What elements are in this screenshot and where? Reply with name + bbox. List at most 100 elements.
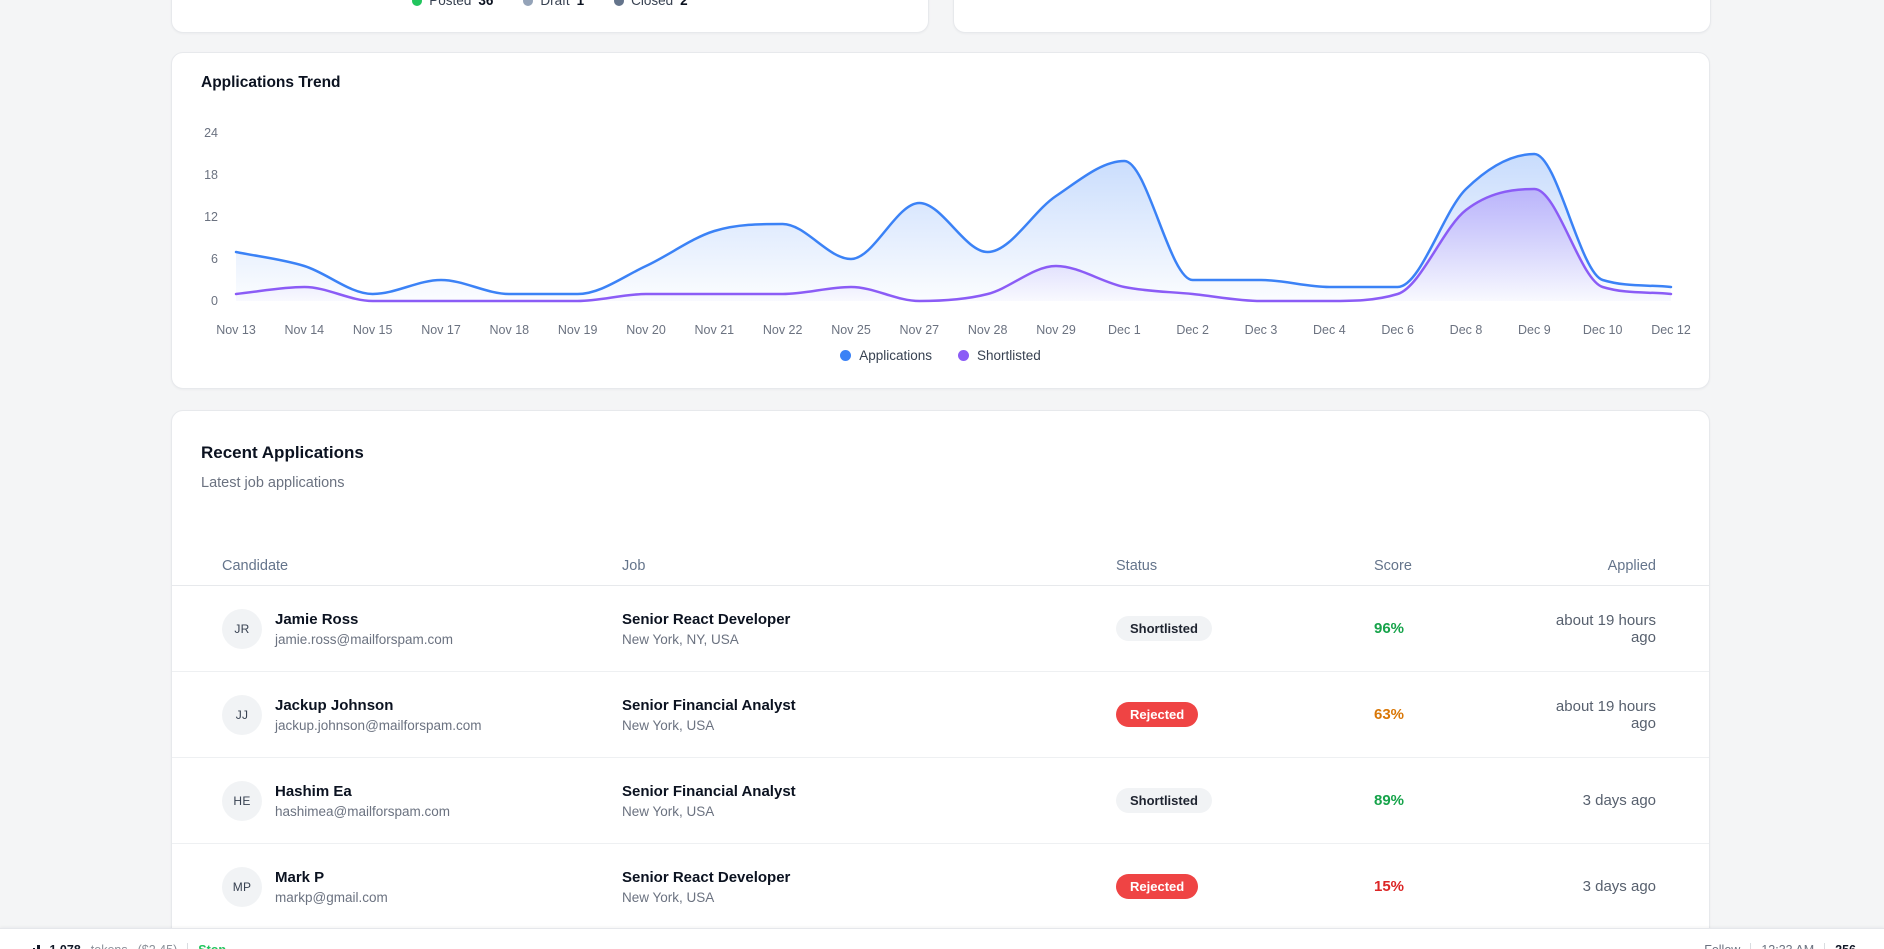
shortlisted-legend-label: Shortlisted xyxy=(977,348,1041,363)
token-label: tokens xyxy=(91,943,128,949)
stop-action[interactable]: Stop xyxy=(198,943,226,949)
chart-legend: Applications Shortlisted xyxy=(172,348,1709,363)
svg-text:Nov 29: Nov 29 xyxy=(1036,323,1076,337)
status-badge: Rejected xyxy=(1116,874,1198,899)
svg-text:Nov 18: Nov 18 xyxy=(490,323,530,337)
applications-dot-icon xyxy=(840,350,851,361)
status-badge: Shortlisted xyxy=(1116,616,1212,641)
candidate-email: hashimea@mailforspam.com xyxy=(275,804,450,819)
legend-item-shortlisted[interactable]: Shortlisted xyxy=(958,348,1041,363)
avatar: JR xyxy=(222,609,262,649)
legend-item-draft: Draft 1 xyxy=(523,0,584,8)
avatar: HE xyxy=(222,781,262,821)
statusbar-item[interactable]: Follow xyxy=(1704,943,1740,949)
svg-text:Dec 12: Dec 12 xyxy=(1651,323,1691,337)
candidate-name: Mark P xyxy=(275,869,388,886)
applied-time: 3 days ago xyxy=(1534,878,1656,895)
legend-item-applications[interactable]: Applications xyxy=(840,348,932,363)
table-row[interactable]: HE Hashim Ea hashimea@mailforspam.com Se… xyxy=(172,758,1709,844)
svg-text:Dec 10: Dec 10 xyxy=(1583,323,1623,337)
jobs-summary-legend: Posted 36 Draft 1 Closed 2 xyxy=(172,0,928,8)
candidate-name: Jamie Ross xyxy=(275,611,453,628)
applications-trend-chart: 24181260Nov 13Nov 14Nov 15Nov 17Nov 18No… xyxy=(172,53,1711,390)
job-title: Senior Financial Analyst xyxy=(622,783,1116,800)
posted-label: Posted xyxy=(429,0,471,8)
score-value: 96% xyxy=(1374,620,1534,637)
column-header-score: Score xyxy=(1374,558,1534,574)
score-value: 89% xyxy=(1374,792,1534,809)
dashboard-page: Posted 36 Draft 1 Closed 2 Applications … xyxy=(0,0,1884,949)
svg-text:Nov 25: Nov 25 xyxy=(831,323,871,337)
divider xyxy=(187,943,188,949)
svg-text:18: 18 xyxy=(204,168,218,182)
table-row[interactable]: JJ Jackup Johnson jackup.johnson@mailfor… xyxy=(172,672,1709,758)
candidate-name: Jackup Johnson xyxy=(275,697,482,714)
svg-text:12: 12 xyxy=(204,210,218,224)
svg-text:Nov 20: Nov 20 xyxy=(626,323,666,337)
token-count: 1,078 xyxy=(50,943,81,949)
svg-text:Dec 3: Dec 3 xyxy=(1245,323,1278,337)
closed-label: Closed xyxy=(631,0,673,8)
draft-label: Draft xyxy=(540,0,569,8)
jobs-summary-card: Posted 36 Draft 1 Closed 2 xyxy=(171,0,929,33)
divider xyxy=(1750,943,1751,949)
statusbar-count: 256 xyxy=(1835,943,1856,949)
divider xyxy=(1824,943,1825,949)
draft-dot-icon xyxy=(523,0,533,6)
avatar: MP xyxy=(222,867,262,907)
job-location: New York, USA xyxy=(622,890,1116,905)
legend-item-closed: Closed 2 xyxy=(614,0,688,8)
svg-text:Dec 1: Dec 1 xyxy=(1108,323,1141,337)
table-row[interactable]: MP Mark P markp@gmail.com Senior React D… xyxy=(172,844,1709,930)
applied-time: about 19 hours ago xyxy=(1534,698,1656,732)
job-title: Senior Financial Analyst xyxy=(622,697,1116,714)
job-title: Senior React Developer xyxy=(622,869,1116,886)
statusbar-time: 12:33 AM xyxy=(1761,943,1814,949)
draft-value: 1 xyxy=(577,0,585,8)
svg-text:Nov 28: Nov 28 xyxy=(968,323,1008,337)
job-location: New York, USA xyxy=(622,804,1116,819)
svg-text:Nov 17: Nov 17 xyxy=(421,323,461,337)
bar-chart-icon xyxy=(28,945,40,949)
table-header: Candidate Job Status Score Applied xyxy=(172,546,1709,586)
section-subtitle: Latest job applications xyxy=(201,475,345,491)
posted-value: 36 xyxy=(478,0,493,8)
cost-value: ($2.45) xyxy=(138,943,178,949)
section-title: Recent Applications xyxy=(201,443,364,463)
job-title: Senior React Developer xyxy=(622,611,1116,628)
svg-text:Dec 9: Dec 9 xyxy=(1518,323,1551,337)
score-value: 63% xyxy=(1374,706,1534,723)
candidate-email: jackup.johnson@mailforspam.com xyxy=(275,718,482,733)
column-header-job: Job xyxy=(622,558,1116,574)
svg-text:Dec 2: Dec 2 xyxy=(1176,323,1209,337)
score-value: 15% xyxy=(1374,878,1534,895)
secondary-summary-card xyxy=(953,0,1711,33)
table-row[interactable]: JR Jamie Ross jamie.ross@mailforspam.com… xyxy=(172,586,1709,672)
status-badge: Shortlisted xyxy=(1116,788,1212,813)
posted-dot-icon xyxy=(412,0,422,6)
svg-text:Nov 15: Nov 15 xyxy=(353,323,393,337)
status-bar: 1,078 tokens ($2.45) Stop Follow 12:33 A… xyxy=(0,928,1884,949)
svg-text:Nov 19: Nov 19 xyxy=(558,323,598,337)
column-header-status: Status xyxy=(1116,558,1374,574)
table-body: JR Jamie Ross jamie.ross@mailforspam.com… xyxy=(172,586,1709,930)
recent-applications-card: Recent Applications Latest job applicati… xyxy=(171,410,1710,949)
avatar: JJ xyxy=(222,695,262,735)
svg-text:Nov 27: Nov 27 xyxy=(900,323,940,337)
candidate-email: jamie.ross@mailforspam.com xyxy=(275,632,453,647)
svg-text:24: 24 xyxy=(204,126,218,140)
svg-text:Dec 4: Dec 4 xyxy=(1313,323,1346,337)
column-header-applied: Applied xyxy=(1534,558,1656,574)
applied-time: 3 days ago xyxy=(1534,792,1656,809)
svg-text:Dec 6: Dec 6 xyxy=(1381,323,1414,337)
column-header-candidate: Candidate xyxy=(222,558,622,574)
candidate-name: Hashim Ea xyxy=(275,783,450,800)
applications-trend-card: Applications Trend 24181260Nov 13Nov 14N… xyxy=(171,52,1710,389)
applications-legend-label: Applications xyxy=(859,348,932,363)
svg-text:6: 6 xyxy=(211,252,218,266)
closed-dot-icon xyxy=(614,0,624,6)
shortlisted-dot-icon xyxy=(958,350,969,361)
svg-text:Dec 8: Dec 8 xyxy=(1450,323,1483,337)
svg-text:Nov 14: Nov 14 xyxy=(285,323,325,337)
svg-text:Nov 13: Nov 13 xyxy=(216,323,256,337)
